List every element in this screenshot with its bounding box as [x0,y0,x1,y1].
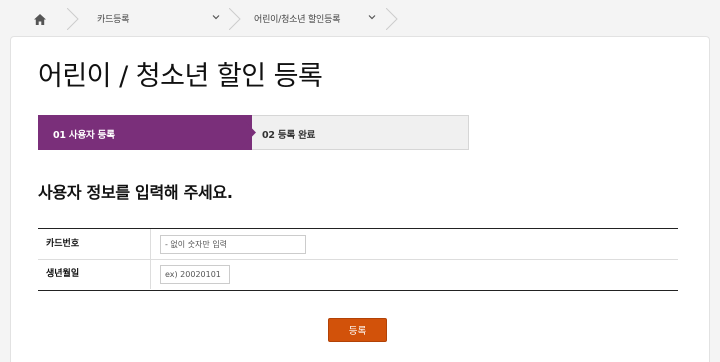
form-row-card-number: 카드번호 [38,229,678,260]
user-info-form: 카드번호 생년월일 [38,228,678,291]
page-title: 어린이 / 청소년 할인 등록 [38,61,323,92]
breadcrumb-separator-icon [386,8,398,30]
card-number-label: 카드번호 [38,229,151,259]
section-title: 사용자 정보를 입력해 주세요. [38,183,233,202]
step-1-label: 01 사용자 등록 [53,130,115,141]
register-button[interactable]: 등록 [328,318,387,342]
home-icon[interactable] [30,9,50,29]
birth-date-label: 생년월일 [38,259,151,289]
breadcrumb-item-label: 카드등록 [97,15,130,25]
step-indicator: 01 사용자 등록 02 등록 완료 [38,115,469,150]
card-number-input[interactable] [160,235,306,254]
chevron-down-icon [368,15,376,20]
step-2-label: 02 등록 완료 [262,130,316,141]
breadcrumb-separator-icon [67,8,79,30]
birth-date-input[interactable] [160,265,230,284]
form-row-birth-date: 생년월일 [38,259,678,289]
breadcrumb: 카드등록 어린이/청소년 할인등록 [0,0,720,36]
breadcrumb-separator-icon [229,8,241,30]
breadcrumb-item-label: 어린이/청소년 할인등록 [254,15,341,25]
step-arrow-icon [236,115,256,150]
chevron-down-icon [212,15,220,20]
